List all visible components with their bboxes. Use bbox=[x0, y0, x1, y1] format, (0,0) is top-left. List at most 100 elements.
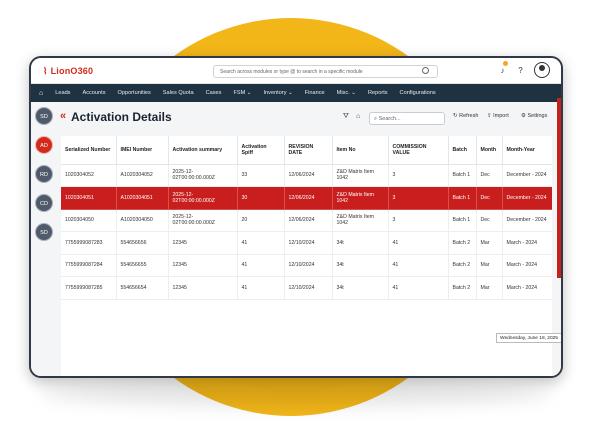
cell: 34t bbox=[332, 254, 389, 277]
cell: 41 bbox=[237, 254, 285, 277]
cell: 12/10/2024 bbox=[284, 254, 333, 277]
nav-item-sales-quota[interactable]: Sales Quota bbox=[163, 90, 194, 96]
filter-icon[interactable]: ⛛ bbox=[343, 113, 349, 121]
cell: 2025-12-02T00:00:00.000Z bbox=[168, 209, 238, 232]
cell: 12345 bbox=[168, 276, 238, 300]
sidebar-item-sd-2[interactable]: SD bbox=[35, 223, 53, 241]
cell: Batch 1 bbox=[448, 186, 477, 210]
sidebar-item-sd[interactable]: SD bbox=[35, 107, 53, 125]
cell: 3 bbox=[388, 209, 449, 232]
cell: 12345 bbox=[168, 231, 238, 255]
page-title: Activation Details bbox=[71, 110, 172, 124]
col-imei-number[interactable]: IMEI Number bbox=[116, 136, 169, 165]
cell: 12/06/2024 bbox=[284, 186, 333, 210]
nav-item-reports[interactable]: Reports bbox=[368, 90, 388, 96]
cell: 41 bbox=[388, 276, 449, 300]
cell: 7755999087283 bbox=[61, 231, 117, 255]
main-nav: ⌂ Leads Accounts Opportunities Sales Quo… bbox=[31, 84, 561, 102]
cell: 7755999087285 bbox=[61, 276, 117, 300]
table-row-selected[interactable]: 1020304051 A1020304051 2025-12-02T00:00:00… bbox=[61, 186, 552, 210]
nav-item-misc[interactable]: Misc. ⌄ bbox=[337, 90, 356, 96]
cell: March - 2024 bbox=[502, 254, 552, 277]
settings-button[interactable]: ⚙ Settings bbox=[521, 113, 547, 119]
app-logo[interactable]: ⌇ LionO360 bbox=[43, 66, 93, 77]
cell: 34t bbox=[332, 231, 389, 255]
cell: Batch 1 bbox=[448, 209, 477, 232]
cell: 12345 bbox=[168, 254, 238, 277]
table-row[interactable]: 1020304050 A1020304050 2025-12-02T00:00:00… bbox=[61, 209, 552, 232]
nav-item-finance[interactable]: Finance bbox=[305, 90, 325, 96]
settings-label: Settings bbox=[527, 113, 548, 119]
cell: 1020304052 bbox=[61, 164, 117, 187]
nav-item-accounts[interactable]: Accounts bbox=[82, 90, 105, 96]
nav-item-fsm[interactable]: FSM ⌄ bbox=[233, 90, 251, 96]
main-content: SD AD RD CD SD « Activation Details ⛛ ⌂ … bbox=[31, 102, 561, 376]
back-icon[interactable]: « bbox=[60, 110, 66, 122]
page-header: « Activation Details ⛛ ⌂ ⌕ Search... ↻ R… bbox=[59, 110, 559, 128]
col-activation-spiff[interactable]: Activation Spiff bbox=[237, 136, 285, 165]
accent-bar bbox=[557, 98, 561, 278]
col-batch[interactable]: Batch bbox=[448, 136, 477, 165]
cell: 34t bbox=[332, 276, 389, 300]
nav-item-configurations[interactable]: Configurations bbox=[400, 90, 436, 96]
cell: A1020304050 bbox=[116, 209, 169, 232]
cell: 12/10/2024 bbox=[284, 276, 333, 300]
col-serialized-number[interactable]: Serialized Number bbox=[61, 136, 117, 165]
device-shadow bbox=[40, 380, 552, 406]
activation-table: Serialized Number IMEI Number Activation… bbox=[61, 136, 552, 376]
cell: Dec bbox=[476, 186, 503, 210]
cell: Z&D Matrix Item 1042 bbox=[332, 209, 389, 232]
table-row[interactable]: 7755999087283 554656656 12345 41 12/10/2024 3… bbox=[61, 231, 552, 255]
cell: 1020304051 bbox=[61, 186, 117, 210]
nav-item-inventory[interactable]: Inventory ⌄ bbox=[264, 90, 293, 96]
notification-icon[interactable]: ♪ bbox=[497, 65, 508, 76]
col-activation-summary[interactable]: Activation summary bbox=[168, 136, 238, 165]
sidebar-item-ad[interactable]: AD bbox=[35, 136, 53, 154]
help-icon[interactable]: ? bbox=[515, 65, 526, 76]
col-month[interactable]: Month bbox=[476, 136, 503, 165]
table-row[interactable]: 7755999087284 554656655 12345 41 12/10/2024 3… bbox=[61, 254, 552, 277]
logo-text: LionO360 bbox=[50, 66, 94, 76]
stage: ⌇ LionO360 Search across modules or type … bbox=[0, 0, 592, 434]
cell: 12/10/2024 bbox=[284, 231, 333, 255]
logo-icon: ⌇ bbox=[43, 66, 48, 76]
table-row[interactable]: 1020304052 A1020304052 2025-12-02T00:00:00… bbox=[61, 164, 552, 187]
table-search-input[interactable]: ⌕ Search... bbox=[369, 112, 445, 125]
home-icon[interactable]: ⌂ bbox=[39, 90, 43, 97]
cell: Batch 2 bbox=[448, 254, 477, 277]
cell: Dec bbox=[476, 164, 503, 187]
cell: 3 bbox=[388, 164, 449, 187]
sidebar-item-rd[interactable]: RD bbox=[35, 165, 53, 183]
refresh-button[interactable]: ↻ Refresh bbox=[453, 113, 478, 119]
global-search-input[interactable]: Search across modules or type @ to searc… bbox=[213, 65, 438, 78]
nav-item-cases[interactable]: Cases bbox=[206, 90, 222, 96]
nav-item-leads[interactable]: Leads bbox=[55, 90, 70, 96]
date-tooltip: Wednesday, June 18, 2025 bbox=[496, 333, 561, 343]
col-month-year[interactable]: Month-Year bbox=[502, 136, 552, 165]
col-item-no[interactable]: Item No bbox=[332, 136, 389, 165]
user-avatar[interactable] bbox=[534, 62, 550, 78]
cell: 41 bbox=[388, 231, 449, 255]
cell: 1020304050 bbox=[61, 209, 117, 232]
sidebar-item-cd[interactable]: CD bbox=[35, 194, 53, 212]
col-commission-value[interactable]: COMMISSION VALUE bbox=[388, 136, 449, 165]
tag-icon[interactable]: ⌂ bbox=[356, 113, 360, 120]
col-revision-date[interactable]: REVISION DATE bbox=[284, 136, 333, 165]
cell: Batch 2 bbox=[448, 276, 477, 300]
cell: Z&D Matrix Item 1042 bbox=[332, 164, 389, 187]
nav-item-opportunities[interactable]: Opportunities bbox=[118, 90, 151, 96]
cell: 554656654 bbox=[116, 276, 169, 300]
refresh-label: Refresh bbox=[459, 113, 479, 119]
table-header-row: Serialized Number IMEI Number Activation… bbox=[61, 136, 552, 165]
table-search-placeholder: Search... bbox=[378, 116, 401, 122]
cell: 2025-12-02T00:00:00.000Z bbox=[168, 186, 238, 210]
import-button[interactable]: ⇪ Import bbox=[487, 113, 509, 119]
notification-badge bbox=[503, 61, 508, 66]
cell: 20 bbox=[237, 209, 285, 232]
cell: 41 bbox=[237, 276, 285, 300]
cell: 554656656 bbox=[116, 231, 169, 255]
import-label: Import bbox=[493, 113, 509, 119]
cell: 30 bbox=[237, 186, 285, 210]
history-icon[interactable] bbox=[422, 67, 429, 74]
table-row[interactable]: 7755999087285 554656654 12345 41 12/10/2024 3… bbox=[61, 276, 552, 300]
